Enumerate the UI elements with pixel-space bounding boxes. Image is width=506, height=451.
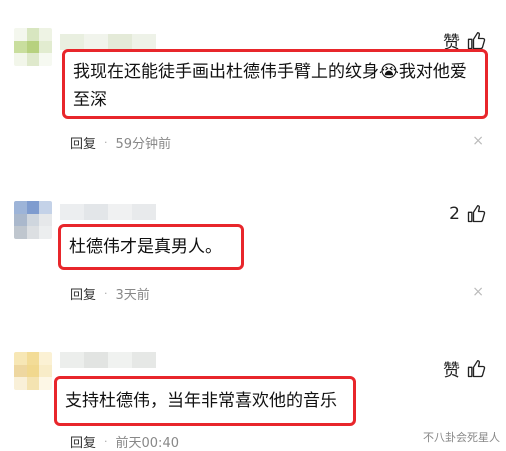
reply-button[interactable]: 回复	[70, 432, 96, 451]
close-icon[interactable]: ×	[472, 284, 484, 300]
avatar-pixel	[26, 226, 40, 239]
avatar-pixel	[26, 28, 40, 41]
avatar-pixel	[39, 226, 52, 239]
avatar-pixel	[26, 201, 40, 214]
separator-dot: ·	[104, 435, 108, 448]
avatar-pixel	[14, 226, 27, 239]
thumbs-up-icon	[467, 359, 486, 377]
like-button[interactable]: 赞	[443, 356, 486, 381]
reply-button[interactable]: 回复	[70, 133, 96, 152]
avatar-pixel	[14, 377, 27, 390]
avatar[interactable]	[14, 201, 52, 239]
timestamp: 前天00:40	[115, 436, 179, 451]
avatar-pixel	[39, 352, 52, 365]
avatar-pixel	[39, 213, 52, 227]
avatar-pixel	[14, 53, 27, 66]
separator-dot: ·	[104, 136, 108, 149]
comment-meta: 回复 · 前天00:40	[70, 432, 179, 451]
avatar-pixel	[26, 213, 40, 227]
comment-text: 我现在还能徒手画出杜德伟手臂上的纹身😭我对他爱至深	[73, 62, 467, 110]
avatar-pixel	[26, 53, 40, 66]
timestamp: 3天前	[115, 288, 150, 303]
avatar-pixel	[26, 364, 40, 378]
avatar-pixel	[39, 377, 52, 390]
comment-meta: 回复 · 3天前	[70, 284, 150, 303]
watermark: 不八卦会死星人	[423, 431, 500, 444]
username-blurred[interactable]	[60, 204, 156, 220]
avatar-pixel	[39, 53, 52, 66]
avatar-pixel	[26, 377, 40, 390]
avatar-pixel	[26, 40, 40, 54]
avatar-pixel	[14, 28, 27, 41]
avatar-pixel	[39, 40, 52, 54]
avatar-pixel	[14, 213, 27, 227]
username-blurred[interactable]	[60, 34, 156, 50]
like-button[interactable]: 2	[449, 204, 486, 224]
avatar[interactable]	[14, 28, 52, 66]
thumbs-up-icon	[467, 31, 486, 49]
avatar-pixel	[39, 364, 52, 378]
avatar-pixel	[39, 201, 52, 214]
avatar-pixel	[14, 352, 27, 365]
comment-text-highlight: 我现在还能徒手画出杜德伟手臂上的纹身😭我对他爱至深	[62, 49, 488, 119]
like-count: 2	[449, 204, 460, 224]
comment-text-highlight: 支持杜德伟，当年非常喜欢他的音乐	[54, 376, 356, 426]
comment-meta: 回复 · 59分钟前	[70, 133, 171, 152]
thumbs-up-icon	[467, 205, 486, 223]
like-label: 赞	[443, 361, 460, 381]
avatar-pixel	[14, 364, 27, 378]
username-blurred[interactable]	[60, 352, 156, 368]
reply-button[interactable]: 回复	[70, 284, 96, 303]
comment-text: 杜德伟才是真男人。	[69, 237, 222, 257]
comment-text-highlight: 杜德伟才是真男人。	[58, 224, 244, 270]
avatar-pixel	[26, 352, 40, 365]
avatar-pixel	[39, 28, 52, 41]
comment-text: 支持杜德伟，当年非常喜欢他的音乐	[65, 391, 337, 411]
separator-dot: ·	[104, 287, 108, 300]
avatar-pixel	[14, 201, 27, 214]
close-icon[interactable]: ×	[472, 133, 484, 149]
avatar[interactable]	[14, 352, 52, 390]
avatar-pixel	[14, 40, 27, 54]
timestamp: 59分钟前	[115, 137, 172, 152]
